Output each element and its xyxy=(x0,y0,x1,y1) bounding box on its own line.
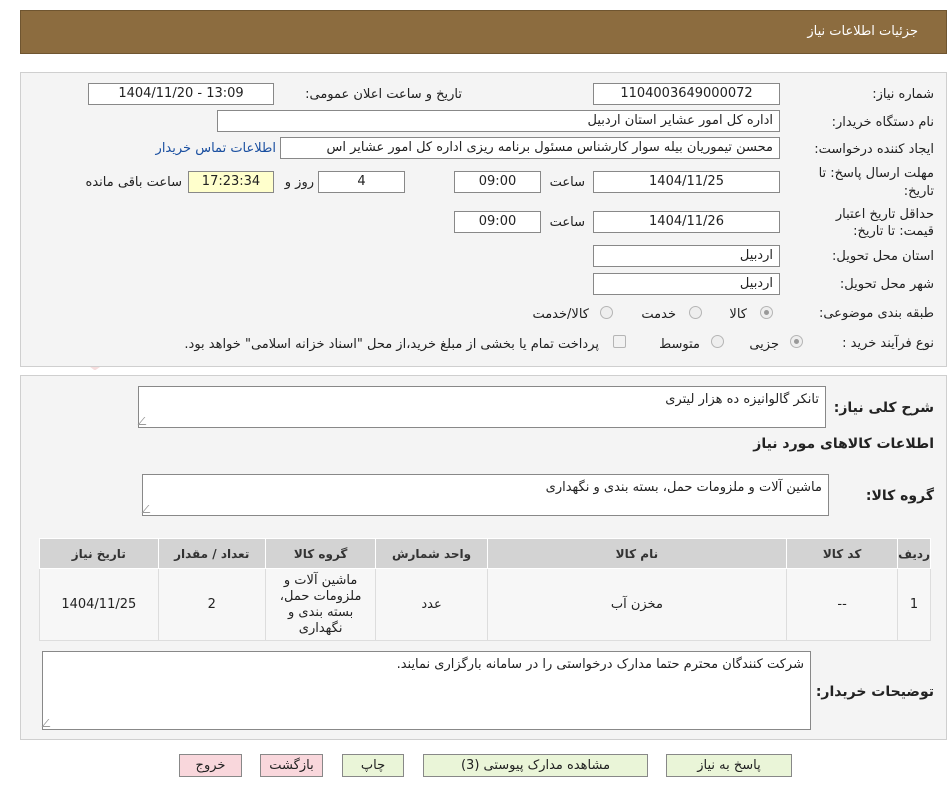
validity-time-label: ساعت xyxy=(549,215,585,230)
resize-grip-icon[interactable] xyxy=(137,417,153,425)
col-group: گروه کالا xyxy=(264,538,377,569)
cell-row: 1 xyxy=(897,568,931,641)
validity-label-2: قیمت: تا تاریخ: xyxy=(853,224,934,239)
requester-field: محسن تیموریان بیله سوار کارشناس مسئول بر… xyxy=(280,137,780,159)
process-option-medium: متوسط xyxy=(659,337,700,352)
need-number-label: شماره نیاز: xyxy=(872,87,934,102)
province-label: استان محل تحویل: xyxy=(832,249,934,264)
col-row: ردیف xyxy=(897,538,931,569)
validity-time-field: 09:00 xyxy=(454,211,541,233)
page-header: جزئیات اطلاعات نیاز xyxy=(20,10,947,54)
days-remaining-field: 4 xyxy=(318,171,405,193)
col-unit: واحد شمارش xyxy=(375,538,488,569)
process-option-minor: جزیی xyxy=(749,337,779,352)
goods-table: ردیف کد کالا نام کالا واحد شمارش گروه کا… xyxy=(39,538,931,641)
category-label: طبقه بندی موضوعی: xyxy=(818,306,934,321)
cell-unit: عدد xyxy=(375,568,488,641)
goods-group-textarea[interactable]: ماشین آلات و ملزومات حمل، بسته بندی و نگ… xyxy=(141,474,829,516)
cell-quantity: 2 xyxy=(157,568,266,641)
need-summary-label: شرح کلی نیاز: xyxy=(833,400,934,416)
treasury-checkbox[interactable] xyxy=(613,335,626,348)
buyer-notes-text: شرکت کنندگان محترم حتما مدارک درخواستی ر… xyxy=(396,657,804,672)
process-radio-medium[interactable] xyxy=(711,335,724,348)
deadline-time-field: 09:00 xyxy=(454,171,541,193)
process-radio-minor[interactable] xyxy=(790,335,803,348)
col-date: تاریخ نیاز xyxy=(39,538,159,569)
buyer-notes-textarea[interactable]: شرکت کنندگان محترم حتما مدارک درخواستی ر… xyxy=(41,651,811,730)
goods-info-title: اطلاعات کالاهای مورد نیاز xyxy=(753,436,934,452)
buyer-org-field: اداره کل امور عشایر استان اردبیل xyxy=(217,110,780,132)
process-label: نوع فرآیند خرید : xyxy=(842,336,934,351)
col-name: نام کالا xyxy=(486,538,788,569)
requester-label: ایجاد کننده درخواست: xyxy=(814,142,934,157)
attachments-button[interactable]: مشاهده مدارک پیوستی (3) xyxy=(423,754,648,777)
deadline-time-label: ساعت xyxy=(549,175,585,190)
reply-button[interactable]: پاسخ به نیاز xyxy=(666,754,792,777)
col-quantity: تعداد / مقدار xyxy=(157,538,266,569)
cell-group: ماشین آلات و ملزومات حمل، بسته بندی و نگ… xyxy=(264,568,377,641)
table-row: 1 -- مخزن آب عدد ماشین آلات و ملزومات حم… xyxy=(39,568,931,641)
days-label: روز و xyxy=(284,175,314,190)
need-number-field: 1104003649000072 xyxy=(593,83,780,105)
validity-date-field: 1404/11/26 xyxy=(593,211,780,233)
deadline-label-2: تاریخ: xyxy=(903,184,934,199)
resize-grip-icon[interactable] xyxy=(141,505,157,513)
buyer-contact-link[interactable]: اطلاعات تماس خریدار xyxy=(156,141,276,156)
remaining-time-field: 17:23:34 xyxy=(188,171,274,193)
deadline-date-field: 1404/11/25 xyxy=(593,171,780,193)
validity-label-1: حداقل تاریخ اعتبار xyxy=(835,207,934,222)
page-title: جزئیات اطلاعات نیاز xyxy=(807,24,918,39)
buyer-org-label: نام دستگاه خریدار: xyxy=(831,115,934,130)
city-field: اردبیل xyxy=(593,273,780,295)
buyer-notes-label: توضیحات خریدار: xyxy=(815,684,934,700)
category-radio-goods[interactable] xyxy=(760,306,773,319)
col-code: کد کالا xyxy=(786,538,899,569)
category-option-goods-service: کالا/خدمت xyxy=(532,307,589,322)
need-summary-textarea[interactable]: تانکر گالوانیزه ده هزار لیتری xyxy=(137,386,826,428)
announce-field: 1404/11/20 - 13:09 xyxy=(88,83,274,105)
city-label: شهر محل تحویل: xyxy=(839,277,934,292)
exit-button[interactable]: خروج xyxy=(179,754,242,777)
resize-grip-icon[interactable] xyxy=(41,719,57,727)
deadline-label-1: مهلت ارسال پاسخ: تا xyxy=(818,166,934,181)
cell-name: مخزن آب xyxy=(486,568,788,641)
category-option-service: خدمت xyxy=(641,307,676,322)
need-summary-text: تانکر گالوانیزه ده هزار لیتری xyxy=(665,392,819,407)
announce-label: تاریخ و ساعت اعلان عمومی: xyxy=(305,87,462,102)
province-field: اردبیل xyxy=(593,245,780,267)
goods-table-header: ردیف کد کالا نام کالا واحد شمارش گروه کا… xyxy=(39,538,931,569)
category-radio-goods-service[interactable] xyxy=(600,306,613,319)
print-button[interactable]: چاپ xyxy=(342,754,404,777)
remaining-time-label: ساعت باقی مانده xyxy=(85,175,182,190)
cell-date: 1404/11/25 xyxy=(39,568,159,641)
treasury-note: پرداخت تمام یا بخشی از مبلغ خرید،از محل … xyxy=(184,337,599,352)
category-option-goods: کالا xyxy=(729,307,747,322)
cell-code: -- xyxy=(786,568,899,641)
goods-group-text: ماشین آلات و ملزومات حمل، بسته بندی و نگ… xyxy=(545,480,822,495)
goods-group-label: گروه کالا: xyxy=(865,488,934,504)
back-button[interactable]: بازگشت xyxy=(260,754,323,777)
category-radio-service[interactable] xyxy=(689,306,702,319)
